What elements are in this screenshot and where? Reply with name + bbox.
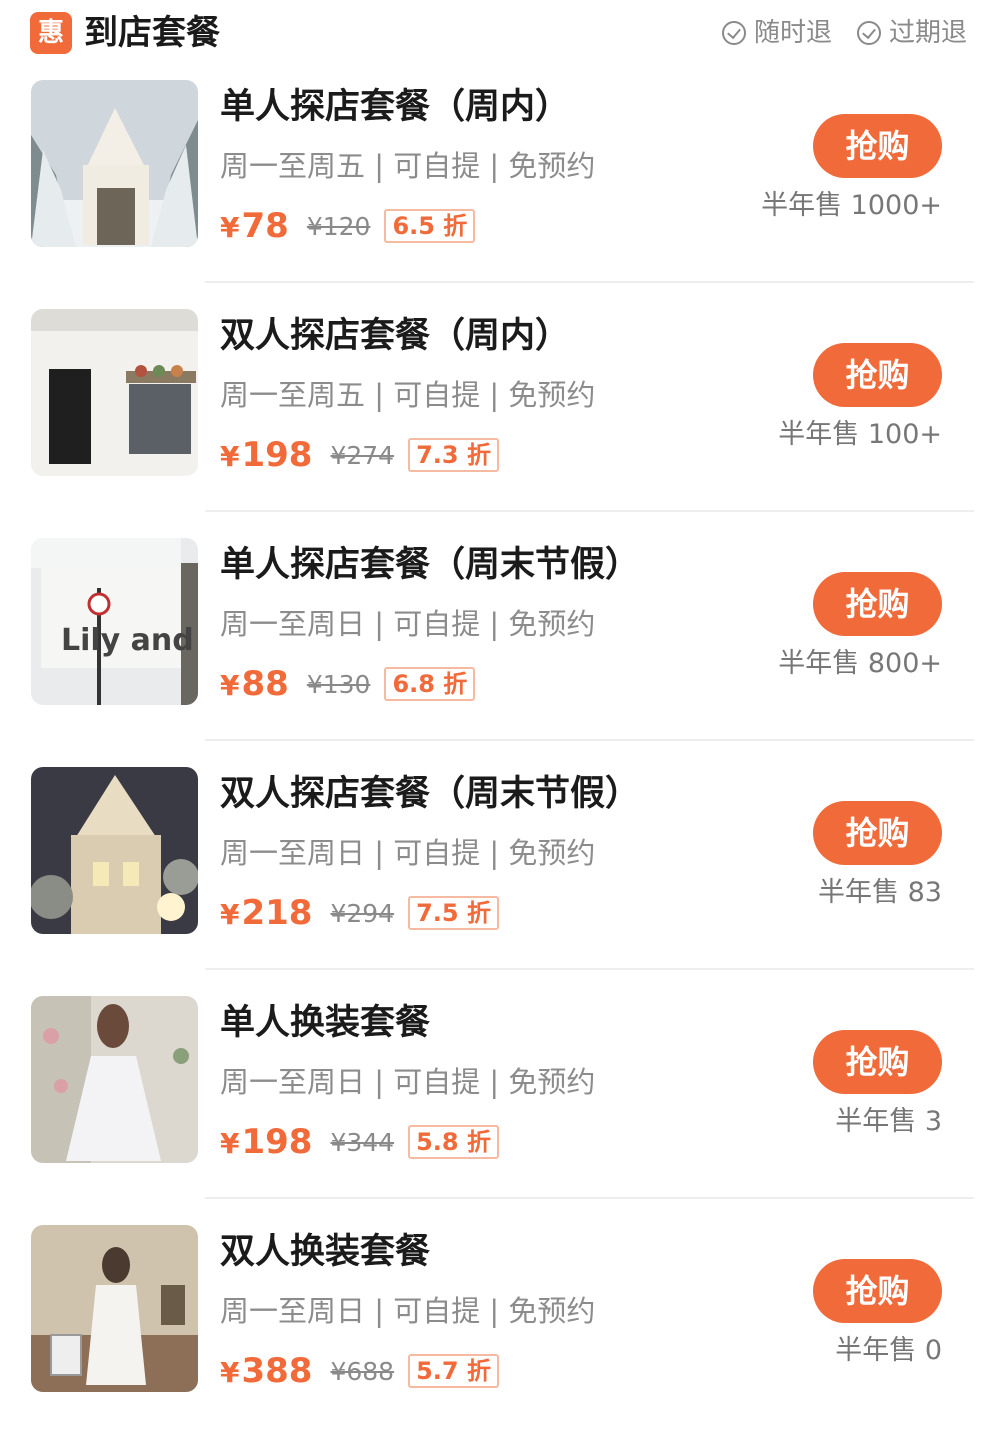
package-item[interactable]: 单人探店套餐（周内） 周一至周五 | 可自提 | 免预约 ¥78 ¥120 6.… xyxy=(0,80,1004,309)
current-price: ¥88 xyxy=(220,664,289,704)
refund-expired: 过期退 xyxy=(857,16,967,50)
package-item[interactable]: 单人换装套餐 周一至周日 | 可自提 | 免预约 ¥198 ¥344 5.8 折… xyxy=(0,996,1004,1225)
price-row: ¥198 ¥274 7.3 折 xyxy=(220,433,499,477)
package-item[interactable]: 双人换装套餐 周一至周日 | 可自提 | 免预约 ¥388 ¥688 5.7 折… xyxy=(0,1225,1004,1454)
package-item[interactable]: 双人探店套餐（周末节假） 周一至周日 | 可自提 | 免预约 ¥218 ¥294… xyxy=(0,767,1004,996)
package-terms: 周一至周日 | 可自提 | 免预约 xyxy=(220,1294,596,1328)
refund-anytime-label: 随时退 xyxy=(754,18,833,48)
package-thumbnail[interactable] xyxy=(31,996,198,1163)
package-terms: 周一至周五 | 可自提 | 免预约 xyxy=(220,149,596,183)
discount-tag: 7.5 折 xyxy=(408,896,499,930)
current-price: ¥78 xyxy=(220,206,289,246)
package-title: 单人探店套餐（周末节假） xyxy=(220,545,641,585)
sales-count: 半年售 1000+ xyxy=(761,190,942,221)
check-circle-icon xyxy=(722,21,746,45)
original-price: ¥344 xyxy=(330,1127,395,1157)
original-price: ¥688 xyxy=(330,1356,395,1386)
package-terms: 周一至周日 | 可自提 | 免预约 xyxy=(220,1065,596,1099)
divider xyxy=(205,968,974,970)
discount-tag: 6.5 折 xyxy=(384,209,476,243)
package-thumbnail[interactable] xyxy=(31,767,198,934)
section-header: 惠 到店套餐 随时退 过期退 xyxy=(0,0,1004,70)
discount-badge: 惠 xyxy=(30,12,72,54)
discount-tag: 5.8 折 xyxy=(408,1125,499,1159)
check-circle-icon xyxy=(857,21,881,45)
svg-text:Lily and: Lily and xyxy=(61,623,194,658)
package-thumbnail[interactable] xyxy=(31,309,198,476)
buy-button[interactable]: 抢购 xyxy=(813,114,942,178)
package-title: 双人探店套餐（周末节假） xyxy=(220,774,641,814)
original-price: ¥294 xyxy=(330,898,395,928)
sales-count: 半年售 83 xyxy=(818,877,942,908)
package-thumbnail[interactable]: Lily and xyxy=(31,538,198,705)
current-price: ¥388 xyxy=(220,1351,313,1391)
sales-count: 半年售 800+ xyxy=(778,648,942,679)
price-row: ¥88 ¥130 6.8 折 xyxy=(220,662,476,706)
discount-tag: 5.7 折 xyxy=(408,1354,499,1388)
package-title: 单人探店套餐（周内） xyxy=(220,87,571,127)
original-price: ¥120 xyxy=(306,211,371,241)
divider xyxy=(205,739,974,741)
buy-button[interactable]: 抢购 xyxy=(813,1259,942,1323)
current-price: ¥218 xyxy=(220,893,313,933)
refund-anytime: 随时退 xyxy=(722,16,832,50)
refund-expired-label: 过期退 xyxy=(889,18,968,48)
price-row: ¥388 ¥688 5.7 折 xyxy=(220,1349,499,1393)
package-thumbnail[interactable] xyxy=(31,1225,198,1392)
buy-button[interactable]: 抢购 xyxy=(813,801,942,865)
package-title: 双人探店套餐（周内） xyxy=(220,316,571,356)
original-price: ¥130 xyxy=(306,669,371,699)
price-row: ¥198 ¥344 5.8 折 xyxy=(220,1120,499,1164)
buy-button[interactable]: 抢购 xyxy=(813,343,942,407)
buy-button[interactable]: 抢购 xyxy=(813,1030,942,1094)
package-terms: 周一至周五 | 可自提 | 免预约 xyxy=(220,378,596,412)
package-title: 单人换装套餐 xyxy=(220,1003,431,1043)
divider xyxy=(205,510,974,512)
package-item[interactable]: 双人探店套餐（周内） 周一至周五 | 可自提 | 免预约 ¥198 ¥274 7… xyxy=(0,309,1004,538)
discount-tag: 7.3 折 xyxy=(408,438,499,472)
divider xyxy=(205,1197,974,1199)
package-terms: 周一至周日 | 可自提 | 免预约 xyxy=(220,607,596,641)
original-price: ¥274 xyxy=(330,440,395,470)
divider xyxy=(205,281,974,283)
package-thumbnail[interactable] xyxy=(31,80,198,247)
current-price: ¥198 xyxy=(220,1122,313,1162)
package-title: 双人换装套餐 xyxy=(220,1232,431,1272)
price-row: ¥78 ¥120 6.5 折 xyxy=(220,204,476,248)
package-terms: 周一至周日 | 可自提 | 免预约 xyxy=(220,836,596,870)
price-row: ¥218 ¥294 7.5 折 xyxy=(220,891,499,935)
package-item[interactable]: Lily and 单人探店套餐（周末节假） 周一至周日 | 可自提 | 免预约 … xyxy=(0,538,1004,767)
buy-button[interactable]: 抢购 xyxy=(813,572,942,636)
sales-count: 半年售 100+ xyxy=(778,419,942,450)
discount-tag: 6.8 折 xyxy=(384,667,476,701)
sales-count: 半年售 3 xyxy=(835,1106,942,1137)
current-price: ¥198 xyxy=(220,435,313,475)
sales-count: 半年售 0 xyxy=(835,1335,942,1366)
section-title: 到店套餐 xyxy=(84,13,220,53)
